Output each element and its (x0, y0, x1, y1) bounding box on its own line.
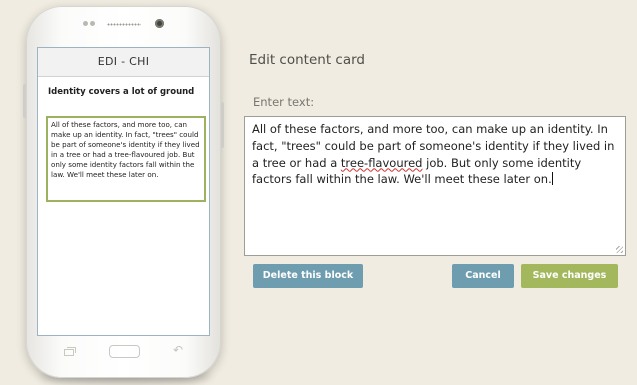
page-title: Edit content card (249, 52, 365, 68)
text-field-label: Enter text: (253, 95, 315, 109)
phone-sensor-dots (83, 21, 95, 27)
save-changes-button[interactable]: Save changes (521, 264, 618, 288)
phone-speaker (107, 23, 141, 26)
home-button-icon (109, 345, 140, 358)
screen-title: EDI - CHI (38, 48, 209, 77)
misspelled-word: tree-flavoured (340, 155, 423, 170)
phone-camera-icon (155, 19, 164, 28)
resize-handle-icon[interactable] (616, 246, 623, 253)
phone-screen: EDI - CHI Identity covers a lot of groun… (37, 47, 210, 336)
phone-volume-button (23, 84, 26, 118)
delete-block-button[interactable]: Delete this block (253, 264, 363, 288)
selected-card-text[interactable]: All of these factors, and more too, can … (46, 116, 206, 202)
text-caret (551, 172, 553, 186)
recent-apps-icon (64, 347, 76, 356)
cancel-button[interactable]: Cancel (452, 264, 514, 288)
phone-power-button (221, 102, 224, 148)
phone-nav-bar: ↶ (26, 340, 221, 364)
back-arrow-icon: ↶ (173, 343, 184, 357)
card-title: Identity covers a lot of ground (48, 87, 195, 97)
phone-preview: EDI - CHI Identity covers a lot of groun… (23, 6, 224, 378)
content-text-input[interactable]: All of these factors, and more too, can … (244, 116, 626, 256)
page: EDI - CHI Identity covers a lot of groun… (0, 0, 637, 385)
